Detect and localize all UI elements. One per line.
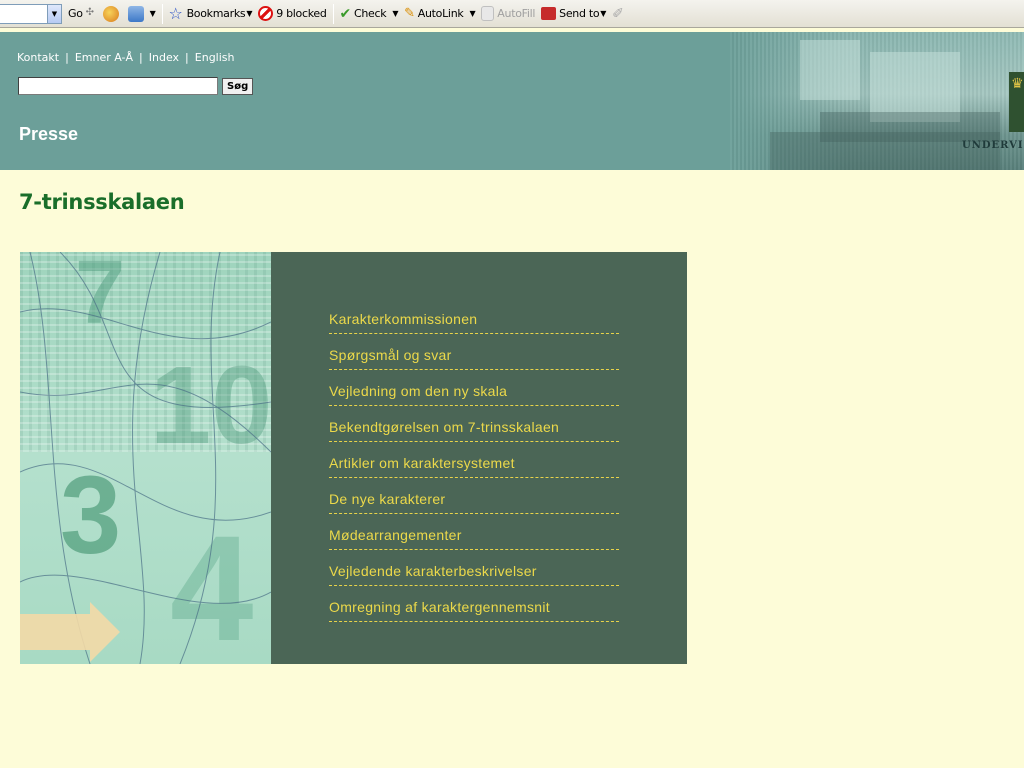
autolink-label: AutoLink	[417, 7, 464, 20]
autolink-button[interactable]: ✎ AutoLink ▼	[404, 3, 475, 25]
menu-link-spoergsmaal[interactable]: Spørgsmål og svar	[329, 347, 452, 363]
list-item: Artikler om karaktersystemet	[329, 442, 619, 478]
list-item: Bekendtgørelsen om 7-trinsskalaen	[329, 406, 619, 442]
menu-panel: Karakterkommissionen Spørgsmål og svar V…	[271, 252, 687, 664]
autofill-label: AutoFill	[497, 7, 536, 20]
check-label: Check	[353, 7, 387, 20]
nav-link-emner[interactable]: Emner A-Å	[75, 51, 133, 64]
chevron-down-icon: ▼	[469, 9, 476, 18]
menu-link-moedearrangementer[interactable]: Mødearrangementer	[329, 527, 462, 543]
content-panel: 7 10 3 4 Karakterkommissionen Spørgsmål …	[20, 252, 687, 664]
popup-blocker-icon	[258, 6, 274, 21]
list-item: Omregning af karaktergennemsnit	[329, 586, 619, 622]
menu-list: Karakterkommissionen Spørgsmål og svar V…	[329, 298, 619, 622]
list-item: Spørgsmål og svar	[329, 334, 619, 370]
ministry-logo-text: UNDERVI	[962, 140, 1024, 151]
crown-icon: ♛	[1011, 76, 1024, 92]
address-input[interactable]	[0, 3, 48, 24]
blocked-label: 9 blocked	[276, 7, 327, 20]
nav-link-english[interactable]: English	[195, 51, 235, 64]
section-title: Presse	[19, 124, 79, 144]
go-label: Go	[68, 7, 83, 20]
menu-link-nye-karakterer[interactable]: De nye karakterer	[329, 491, 445, 507]
paperclip-button[interactable]: ✐	[612, 3, 626, 25]
menu-link-vejledning[interactable]: Vejledning om den ny skala	[329, 383, 507, 399]
toolbar-separator	[332, 3, 334, 24]
puzzle-button[interactable]: ▼	[127, 3, 156, 25]
autofill-button[interactable]: AutoFill	[481, 3, 535, 25]
decorative-grade-image: 7 10 3 4	[20, 252, 271, 664]
menu-link-bekendtgoerelsen[interactable]: Bekendtgørelsen om 7-trinsskalaen	[329, 419, 559, 435]
search-input[interactable]	[18, 77, 218, 95]
list-item: Vejledning om den ny skala	[329, 370, 619, 406]
list-item: De nye karakterer	[329, 478, 619, 514]
popup-blocker-button[interactable]: 9 blocked	[258, 3, 327, 25]
autolink-icon: ✎	[404, 5, 415, 21]
menu-link-omregning[interactable]: Omregning af karaktergennemsnit	[329, 599, 550, 615]
smiley-icon	[102, 5, 119, 22]
go-button[interactable]: Go ✣	[68, 3, 97, 25]
menu-link-karakterbeskrivelser[interactable]: Vejledende karakterbeskrivelser	[329, 563, 537, 579]
spellcheck-icon: ✔	[339, 5, 352, 22]
nav-divider: |	[185, 51, 189, 64]
send-to-icon	[541, 7, 557, 20]
address-dropdown-button[interactable]: ▼	[48, 3, 62, 24]
list-item: Karakterkommissionen	[329, 298, 619, 334]
page-title: 7-trinsskalaen	[19, 190, 185, 214]
site-header: ♛ UNDERVI Kontakt | Emner A-Å | Index | …	[0, 32, 1024, 170]
paperclip-icon: ✐	[612, 5, 624, 22]
sendto-label: Send to	[559, 7, 600, 20]
send-to-button[interactable]: Send to ▼	[541, 3, 606, 25]
smiley-button[interactable]	[102, 3, 122, 25]
nav-link-index[interactable]: Index	[149, 51, 179, 64]
search-button[interactable]: Søg	[222, 78, 254, 95]
list-item: Mødearrangementer	[329, 514, 619, 550]
chevron-down-icon: ▼	[149, 9, 156, 18]
nav-divider: |	[65, 51, 69, 64]
bookmarks-label: Bookmarks	[186, 7, 246, 20]
list-item: Vejledende karakterbeskrivelser	[329, 550, 619, 586]
menu-link-karakterkommissionen[interactable]: Karakterkommissionen	[329, 311, 477, 327]
puzzle-icon	[127, 5, 144, 22]
go-arrow-icon: ✣	[85, 6, 94, 18]
star-icon: ☆	[168, 3, 183, 23]
browser-toolbar: ▼ Go ✣ ▼ ☆ Bookmarks ▼ 9 blocked ✔ Check…	[0, 0, 1024, 28]
chevron-down-icon: ▼	[246, 9, 253, 18]
toolbar-separator	[161, 3, 163, 24]
nav-link-kontakt[interactable]: Kontakt	[17, 51, 59, 64]
chevron-down-icon: ▼	[392, 9, 399, 18]
chevron-down-icon: ▼	[600, 9, 607, 18]
bookmarks-button[interactable]: ☆ Bookmarks ▼	[169, 3, 253, 25]
autofill-icon	[481, 6, 495, 21]
menu-link-artikler[interactable]: Artikler om karaktersystemet	[329, 455, 515, 471]
check-button[interactable]: ✔ Check ▼	[340, 3, 399, 25]
top-navigation: Kontakt | Emner A-Å | Index | English	[17, 51, 235, 64]
nav-divider: |	[139, 51, 143, 64]
